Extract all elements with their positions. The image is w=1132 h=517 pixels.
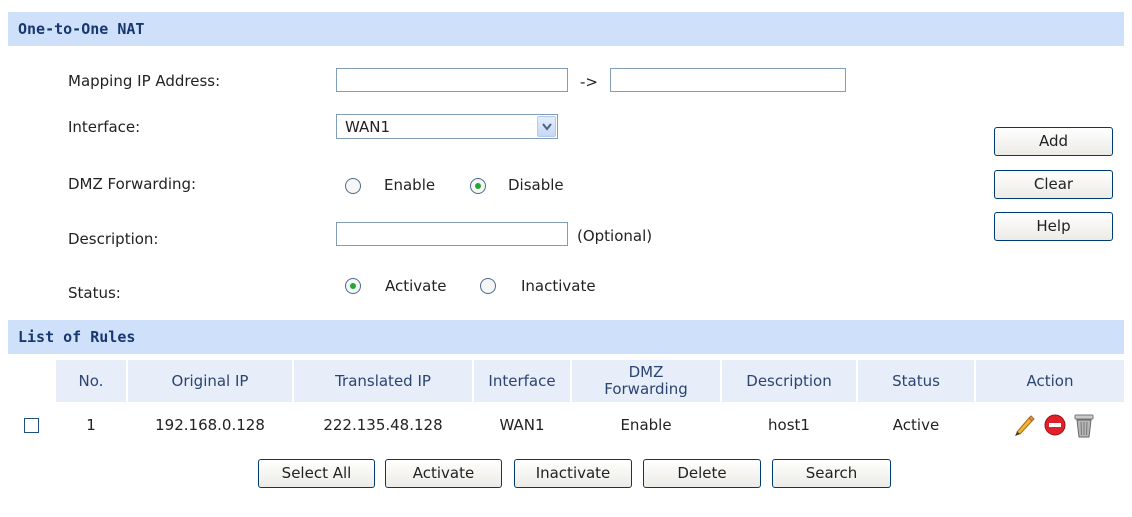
dmz-disable-radio[interactable] (470, 178, 486, 194)
cell-dmz-forwarding: Enable (620, 416, 672, 434)
description-label: Description: (68, 230, 159, 248)
column-header-action: Action (976, 360, 1124, 402)
column-header-status: Status (858, 360, 974, 402)
column-header-dmz-line1: DMZ (628, 363, 664, 381)
mapping-ip-start-input[interactable] (336, 68, 568, 92)
dmz-disable-label: Disable (508, 176, 564, 194)
dmz-forwarding-label: DMZ Forwarding: (68, 175, 197, 193)
list-of-rules-header: List of Rules (8, 320, 1124, 354)
column-header-dmz-forwarding: DMZ Forwarding (572, 360, 720, 402)
activate-button[interactable]: Activate (385, 459, 502, 488)
one-to-one-nat-header: One-to-One NAT (8, 12, 1124, 46)
clear-button[interactable]: Clear (994, 170, 1113, 199)
cell-no: 1 (86, 416, 96, 434)
column-header-original-ip: Original IP (128, 360, 292, 402)
status-inactivate-radio[interactable] (480, 278, 496, 294)
column-header-interface: Interface (474, 360, 570, 402)
disable-icon[interactable] (1044, 414, 1066, 436)
description-input[interactable] (336, 222, 568, 246)
column-header-translated-ip: Translated IP (294, 360, 472, 402)
delete-icon[interactable] (1073, 412, 1095, 438)
search-button[interactable]: Search (772, 459, 891, 488)
column-header-no: No. (56, 360, 126, 402)
cell-status: Active (892, 416, 940, 434)
column-header-dmz-line2: Forwarding (604, 380, 688, 398)
mapping-ip-end-input[interactable] (610, 68, 846, 92)
dmz-enable-radio[interactable] (345, 178, 361, 194)
mapping-ip-label: Mapping IP Address: (68, 72, 221, 90)
status-inactivate-label: Inactivate (521, 277, 596, 295)
chevron-down-icon[interactable] (537, 116, 556, 137)
status-activate-label: Activate (385, 277, 447, 295)
delete-button[interactable]: Delete (643, 459, 761, 488)
column-header-description: Description (722, 360, 856, 402)
interface-label: Interface: (68, 118, 141, 136)
cell-original-ip: 192.168.0.128 (155, 416, 265, 434)
status-activate-radio[interactable] (345, 278, 361, 294)
help-button[interactable]: Help (994, 212, 1113, 241)
interface-select[interactable]: WAN1 (336, 114, 558, 139)
cell-interface: WAN1 (499, 416, 545, 434)
status-label: Status: (68, 284, 121, 302)
mapping-ip-arrow: -> (580, 73, 598, 91)
cell-translated-ip: 222.135.48.128 (323, 416, 443, 434)
dmz-enable-label: Enable (384, 176, 436, 194)
add-button[interactable]: Add (994, 127, 1113, 156)
interface-select-value: WAN1 (345, 118, 391, 136)
select-all-button[interactable]: Select All (258, 459, 375, 488)
optional-hint: (Optional) (577, 227, 653, 245)
edit-icon[interactable] (1012, 413, 1036, 437)
inactivate-button[interactable]: Inactivate (514, 459, 632, 488)
cell-description: host1 (768, 416, 810, 434)
row-select-checkbox[interactable] (24, 418, 39, 433)
